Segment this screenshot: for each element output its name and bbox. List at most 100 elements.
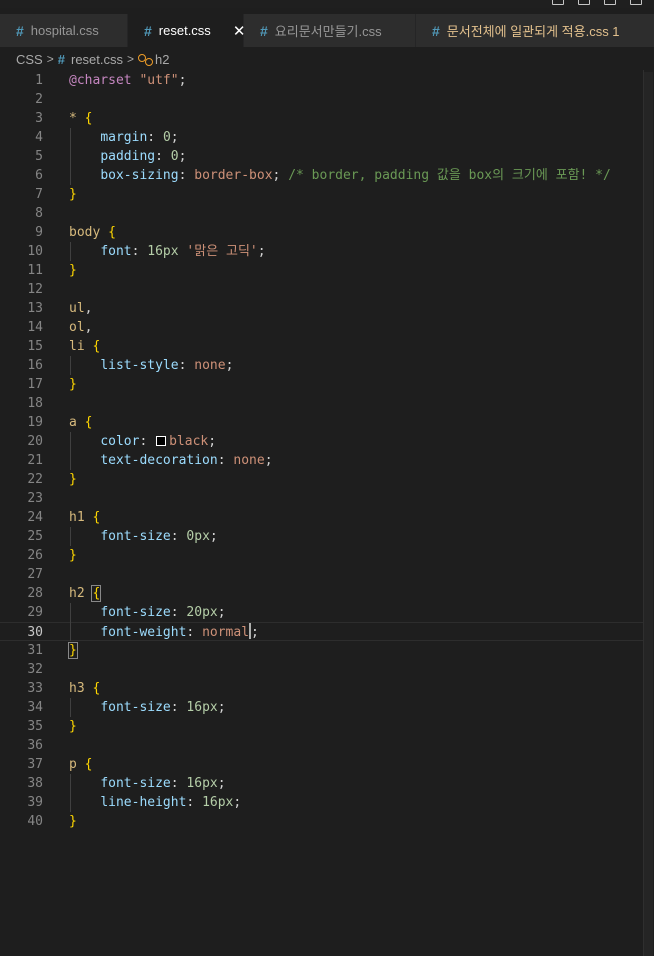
code-line[interactable]: 22} <box>0 470 643 489</box>
code-line[interactable]: 5 padding: 0; <box>0 147 643 166</box>
code-line[interactable]: 24 h1 { <box>0 508 643 527</box>
code-text: text-decoration: none; <box>100 453 273 468</box>
line-number: 14 <box>27 320 43 335</box>
code-line[interactable]: 38 font-size: 16px; <box>0 774 643 793</box>
code-line[interactable]: 3 * { <box>0 109 643 128</box>
scrollbar-thumb[interactable] <box>644 72 653 956</box>
line-number: 1 <box>35 73 43 88</box>
code-text: ul, <box>69 301 93 316</box>
code-text: a { <box>69 415 93 430</box>
code-line[interactable]: 28 h2 { <box>0 584 643 603</box>
indent-guide <box>70 527 71 546</box>
code-line[interactable]: 21 text-decoration: none; <box>0 451 643 470</box>
code-line[interactable]: 33 h3 { <box>0 679 643 698</box>
breadcrumb-file[interactable]: reset.css <box>71 52 123 67</box>
tab-label: 문서전체에 일관되게 적용.css 1 <box>446 24 620 39</box>
code-line[interactable]: 37 p { <box>0 755 643 774</box>
code-line[interactable]: 13 ul, <box>0 299 643 318</box>
code-line[interactable]: 20 color: black; <box>0 432 643 451</box>
code-line[interactable]: 32 <box>0 660 643 679</box>
code-text: } <box>69 814 77 829</box>
code-text: li { <box>69 339 101 354</box>
line-number: 15 <box>27 339 43 354</box>
vertical-scrollbar[interactable] <box>643 70 654 956</box>
code-line[interactable]: 36 <box>0 736 643 755</box>
code-text: h2 { <box>69 585 102 602</box>
line-number: 34 <box>27 700 43 715</box>
code-line[interactable]: 18 <box>0 394 643 413</box>
code-text: h3 { <box>69 681 101 696</box>
indent-guide <box>70 774 71 812</box>
split-editor-icon[interactable] <box>604 0 616 5</box>
code-line[interactable]: 9 body { <box>0 223 643 242</box>
code-line[interactable]: 30 font-weight: normal; <box>0 622 643 641</box>
line-number: 35 <box>27 719 43 734</box>
code-line[interactable]: 7} <box>0 185 643 204</box>
line-number: 39 <box>27 795 43 810</box>
code-text: } <box>69 719 77 734</box>
code-line[interactable]: 8 <box>0 204 643 223</box>
code-text: font-size: 20px; <box>100 605 226 620</box>
code-text: body { <box>69 225 116 240</box>
code-text: } <box>69 548 77 563</box>
tab-document-apply-css[interactable]: # 문서전체에 일관되게 적용.css 1 <box>416 14 654 47</box>
code-line[interactable]: 2 <box>0 90 643 109</box>
code-text: font: 16px '맑은 고딕'; <box>100 244 266 259</box>
code-line[interactable]: 23 <box>0 489 643 508</box>
editor-tabs: # hospital.css # reset.css ✕ # 요리문서만들기.c… <box>0 14 654 47</box>
code-text: ol, <box>69 320 93 335</box>
code-text: font-size: 0px; <box>100 529 218 544</box>
customize-layout-icon[interactable] <box>630 0 642 5</box>
code-line[interactable]: 16 list-style: none; <box>0 356 643 375</box>
tab-hospital-css[interactable]: # hospital.css <box>0 14 128 47</box>
code-line[interactable]: 31} <box>0 641 643 660</box>
code-line[interactable]: 34 font-size: 16px; <box>0 698 643 717</box>
code-line[interactable]: 12 <box>0 280 643 299</box>
line-number: 16 <box>27 358 43 373</box>
css-file-icon: # <box>144 22 152 39</box>
code-line[interactable]: 25 font-size: 0px; <box>0 527 643 546</box>
code-line[interactable]: 4 margin: 0; <box>0 128 643 147</box>
code-line[interactable]: 11} <box>0 261 643 280</box>
code-line[interactable]: 6 box-sizing: border-box; /* border, pad… <box>0 166 643 185</box>
title-strip <box>0 0 654 8</box>
line-number: 28 <box>27 586 43 601</box>
code-line[interactable]: 26} <box>0 546 643 565</box>
line-number: 18 <box>27 396 43 411</box>
code-line[interactable]: 17} <box>0 375 643 394</box>
breadcrumb-folder[interactable]: CSS <box>16 52 43 67</box>
layout-controls[interactable] <box>552 0 642 5</box>
toggle-panel-icon[interactable] <box>552 0 564 5</box>
color-swatch[interactable] <box>156 436 167 446</box>
toggle-sidebar-icon[interactable] <box>578 0 590 5</box>
tab-label: hospital.css <box>30 23 99 38</box>
code-text: @charset "utf"; <box>69 73 187 88</box>
line-number: 2 <box>35 92 43 107</box>
code-text: line-height: 16px; <box>100 795 242 810</box>
code-line[interactable]: 14 ol, <box>0 318 643 337</box>
code-line[interactable]: 27 <box>0 565 643 584</box>
code-line[interactable]: 29 font-size: 20px; <box>0 603 643 622</box>
line-number: 37 <box>27 757 43 772</box>
code-line[interactable]: 15 li { <box>0 337 643 356</box>
line-number: 30 <box>27 625 43 640</box>
line-number: 6 <box>35 168 43 183</box>
code-line[interactable]: 10 font: 16px '맑은 고딕'; <box>0 242 643 261</box>
line-number: 24 <box>27 510 43 525</box>
line-number: 31 <box>27 643 43 658</box>
code-line[interactable]: 1 @charset "utf"; <box>0 71 643 90</box>
tab-reset-css[interactable]: # reset.css ✕ <box>128 14 245 47</box>
code-text: margin: 0; <box>100 130 179 145</box>
code-editor[interactable]: 1 @charset "utf"; 2 3 * {4 margin: 0; 5 paddi… <box>0 70 654 956</box>
css-file-icon: # <box>16 22 24 39</box>
line-number: 5 <box>35 149 43 164</box>
code-line[interactable]: 19 a { <box>0 413 643 432</box>
tab-cooking-doc-css[interactable]: # 요리문서만들기.css <box>244 14 416 47</box>
code-line[interactable]: 35} <box>0 717 643 736</box>
breadcrumb-symbol[interactable]: h2 <box>155 52 169 67</box>
code-text: font-size: 16px; <box>100 700 226 715</box>
breadcrumb: CSS > # reset.css > h2 <box>0 47 654 71</box>
code-line[interactable]: 39 line-height: 16px; <box>0 793 643 812</box>
code-line[interactable]: 40} <box>0 812 643 831</box>
line-number: 8 <box>35 206 43 221</box>
